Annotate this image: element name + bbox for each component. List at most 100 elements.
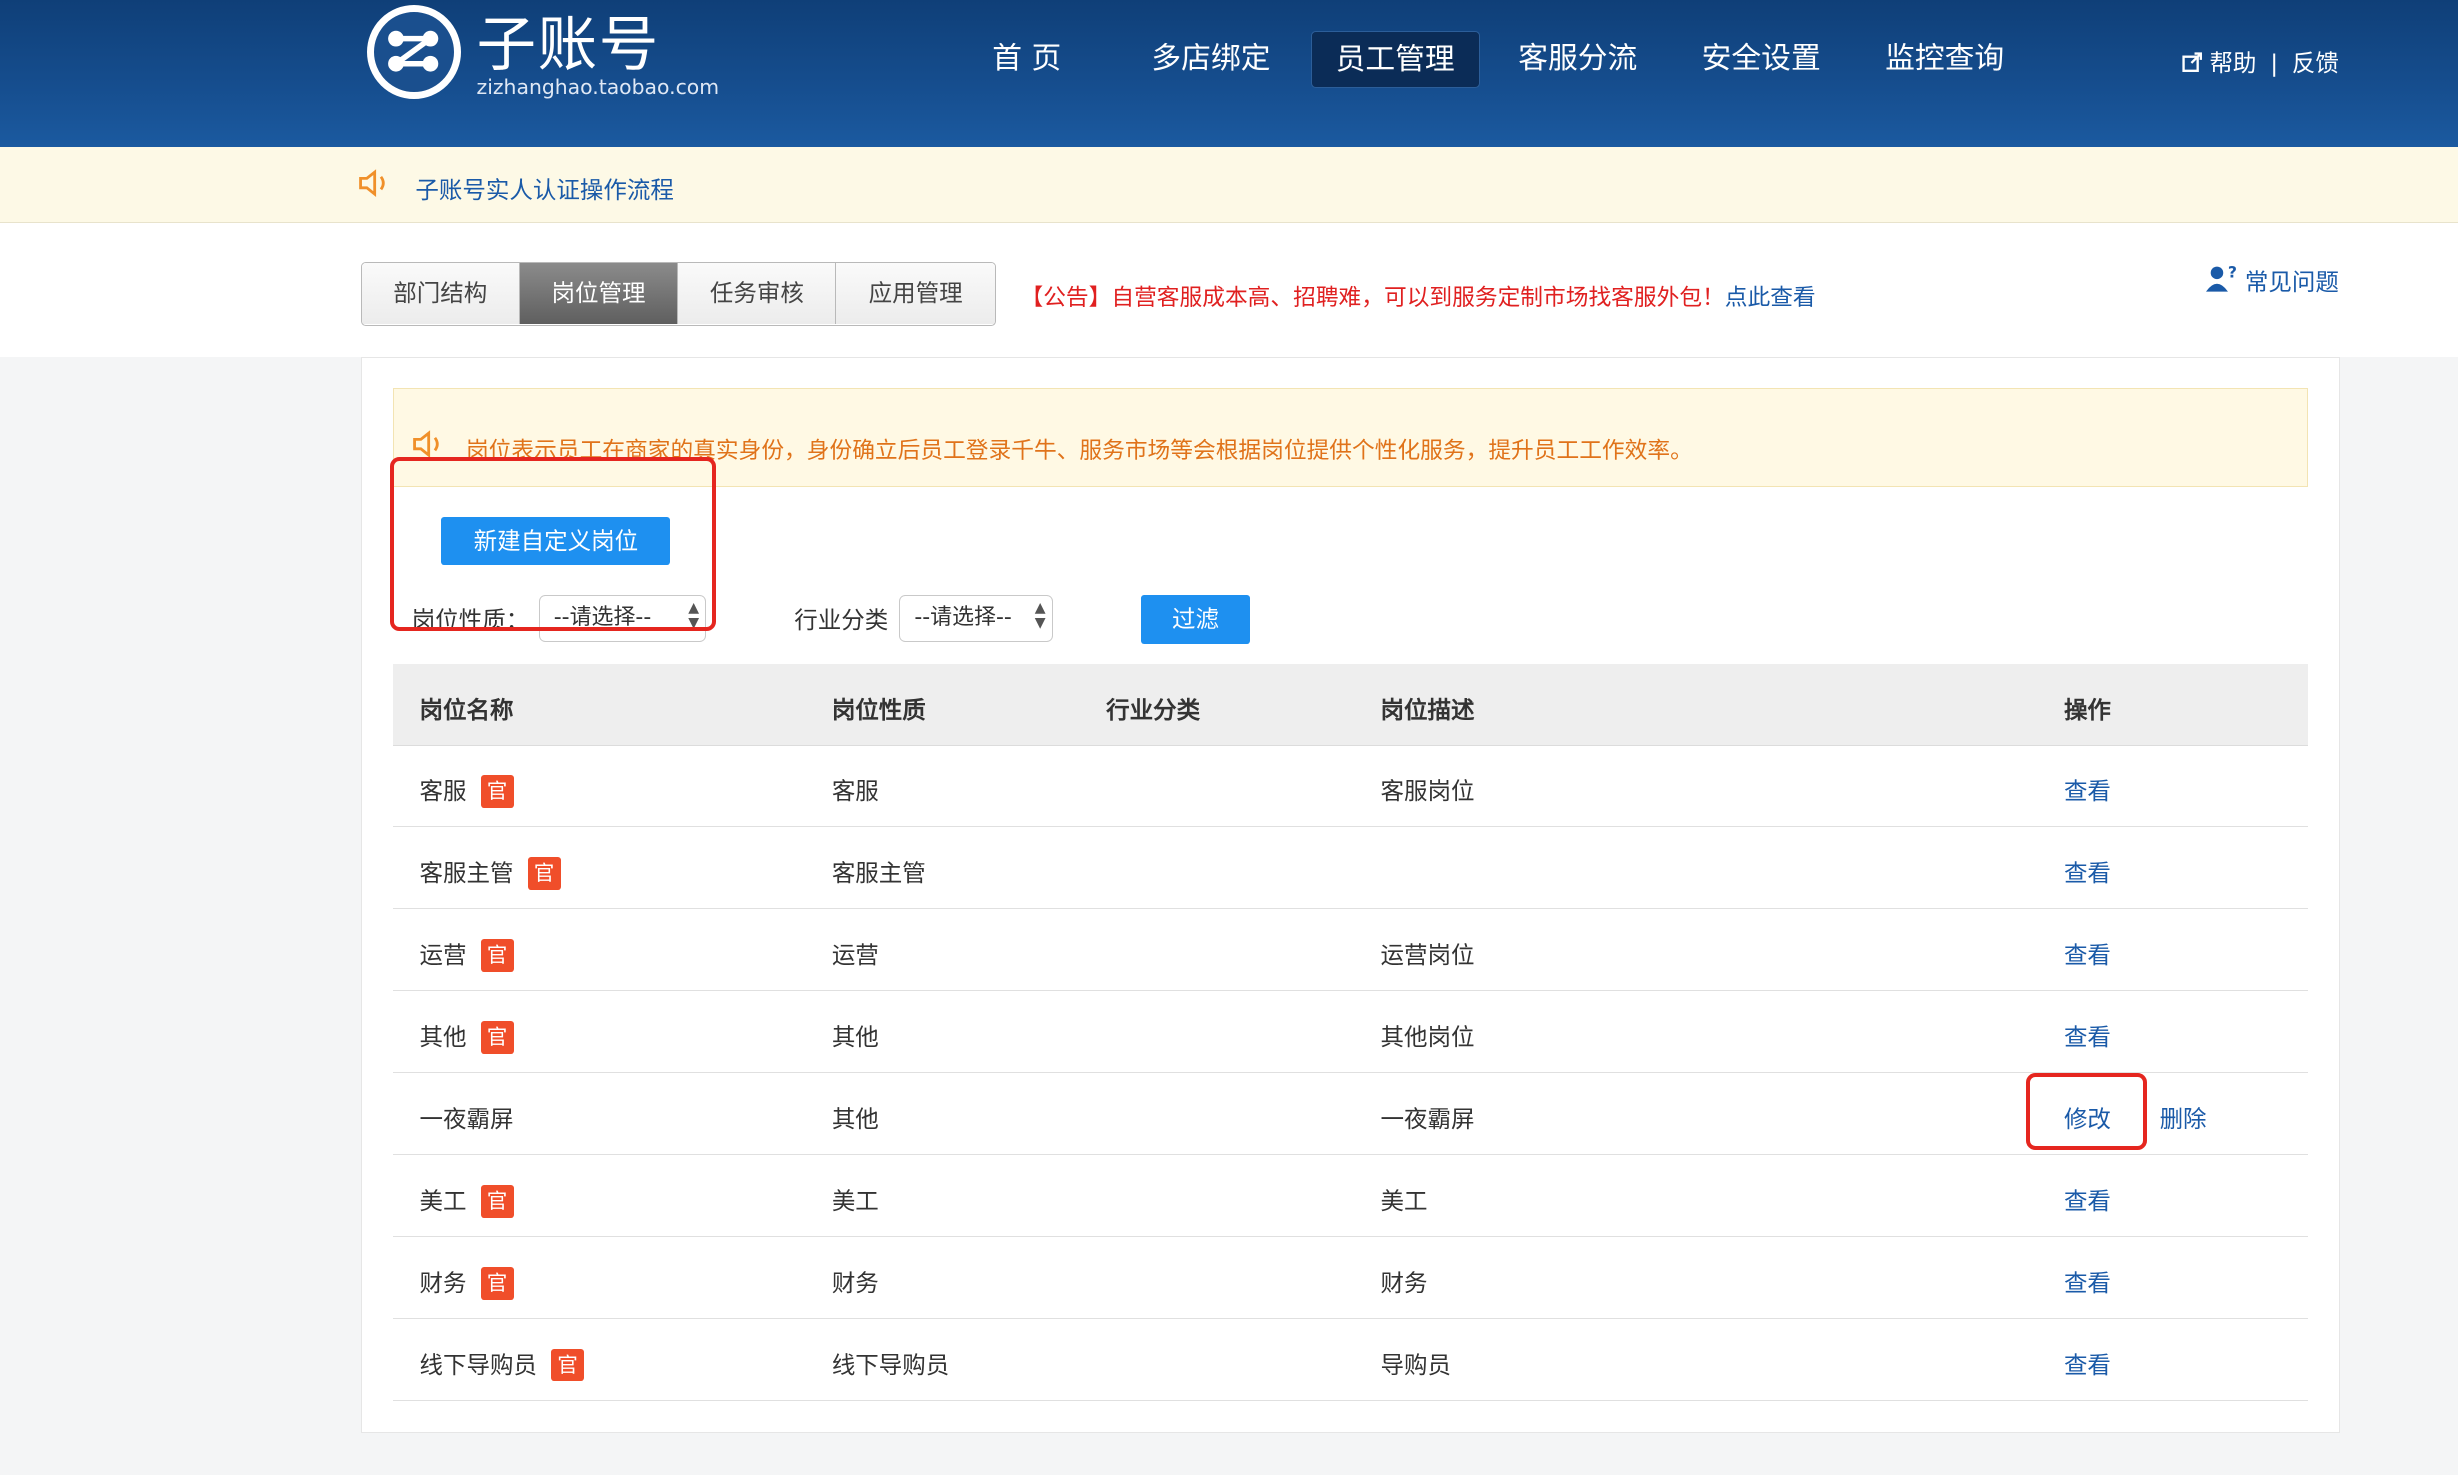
position-nature: 客服主管 <box>831 859 926 888</box>
position-description: 导购员 <box>1380 1351 1451 1380</box>
table-row: 其他官其他 其他岗位 查看 <box>392 991 2309 1074</box>
delete-link[interactable]: 删除 <box>2160 1100 2207 1134</box>
notice-bar: 子账号实人认证操作流程 <box>0 147 2458 223</box>
position-name-cell: 其他官 <box>419 1018 514 1054</box>
tabs-band: 部门结构 岗位管理 任务审核 应用管理 【公告】自营客服成本高、招聘难，可以到服… <box>0 222 2458 358</box>
user-question-icon: ? <box>2206 263 2237 292</box>
nav-customer-service-routing[interactable]: 客服分流 <box>1503 31 1652 87</box>
help-link[interactable]: 帮助 <box>2209 49 2256 77</box>
feedback-link[interactable]: 反馈 <box>2292 49 2339 77</box>
tip-box: 岗位表示员工在商家的真实身份，身份确立后员工登录千牛、服务市场等会根据岗位提供个… <box>392 388 2309 487</box>
view-link[interactable]: 查看 <box>2064 1182 2111 1216</box>
position-name-cell: 财务官 <box>419 1264 514 1300</box>
position-nature: 运营 <box>831 941 879 970</box>
position-name-cell: 客服官 <box>419 772 514 808</box>
table-row: 运营官运营 运营岗位 查看 <box>392 909 2309 992</box>
official-badge: 官 <box>527 856 561 890</box>
position-nature-label: 岗位性质： <box>411 606 530 635</box>
official-badge: 官 <box>480 774 514 808</box>
position-nature: 客服 <box>831 777 879 806</box>
position-name: 一夜霸屏 <box>419 1105 514 1134</box>
separator: | <box>2270 48 2279 77</box>
official-badge: 官 <box>480 938 514 972</box>
position-panel: 岗位表示员工在商家的真实身份，身份确立后员工登录千牛、服务市场等会根据岗位提供个… <box>360 357 2341 1433</box>
speaker-icon <box>412 430 439 458</box>
view-link[interactable]: 查看 <box>2064 854 2111 888</box>
col-position-nature: 岗位性质 <box>831 695 926 724</box>
external-link-icon <box>2181 52 2202 73</box>
position-description: 运营岗位 <box>1380 941 1475 970</box>
position-name: 其他 <box>419 1023 467 1052</box>
col-description: 岗位描述 <box>1380 695 1475 724</box>
realname-verification-link[interactable]: 子账号实人认证操作流程 <box>415 171 674 205</box>
position-nature: 线下导购员 <box>831 1351 950 1380</box>
position-description: 财务 <box>1380 1269 1428 1298</box>
position-name-cell: 客服主管官 <box>419 854 561 890</box>
nav-home[interactable]: 首 页 <box>956 31 1097 87</box>
table-row: 财务官财务 财务 查看 <box>392 1237 2309 1320</box>
industry-label: 行业分类 <box>794 606 889 635</box>
table-row: 线下导购员官线下导购员 导购员 查看 <box>392 1319 2309 1401</box>
view-link[interactable]: 查看 <box>2064 936 2111 970</box>
position-nature-select[interactable]: --请选择-- ▲ ▼ <box>538 595 707 643</box>
industry-select[interactable]: --请选择-- ▲ ▼ <box>899 595 1053 643</box>
table-header: 岗位名称 岗位性质 行业分类 岗位描述 操作 <box>392 664 2309 746</box>
official-badge: 官 <box>551 1348 585 1382</box>
col-industry: 行业分类 <box>1106 695 1201 724</box>
position-name: 运营 <box>419 941 467 970</box>
position-nature: 美工 <box>831 1187 879 1216</box>
nav-monitoring[interactable]: 监控查询 <box>1870 31 2019 87</box>
position-name: 财务 <box>419 1269 467 1298</box>
tab-task-review[interactable]: 任务审核 <box>678 262 837 324</box>
updown-arrow-icon: ▲ ▼ <box>1034 599 1046 632</box>
view-link[interactable]: 查看 <box>2064 1264 2111 1298</box>
logo-title: 子账号 <box>476 10 660 80</box>
position-name-cell: 运营官 <box>419 936 514 972</box>
filter-button[interactable]: 过滤 <box>1140 595 1251 644</box>
table-row: 一夜霸屏 其他 一夜霸屏 修改 删除 <box>392 1073 2309 1156</box>
position-nature: 其他 <box>831 1023 879 1052</box>
position-name-cell: 一夜霸屏 <box>420 1100 514 1134</box>
new-custom-position-button[interactable]: 新建自定义岗位 <box>441 516 671 566</box>
edit-link[interactable]: 修改 <box>2064 1100 2111 1134</box>
tab-app-management[interactable]: 应用管理 <box>836 262 995 324</box>
position-description: 其他岗位 <box>1380 1023 1475 1052</box>
nav-multi-store[interactable]: 多店绑定 <box>1137 31 1286 87</box>
position-description: 美工 <box>1380 1187 1428 1216</box>
faq-link[interactable]: ? 常见问题 <box>2206 263 2339 297</box>
position-name: 客服 <box>419 777 467 806</box>
nav-staff-management[interactable]: 员工管理 <box>1310 31 1480 88</box>
view-link[interactable]: 查看 <box>2064 1346 2111 1380</box>
share-network-icon <box>366 4 461 99</box>
table-row: 客服主管官客服主管 查看 <box>392 827 2309 910</box>
industry-value: --请选择-- <box>914 605 1012 631</box>
official-badge: 官 <box>480 1020 514 1054</box>
position-name: 客服主管 <box>419 859 514 888</box>
sub-tabs: 部门结构 岗位管理 任务审核 应用管理 <box>360 261 996 327</box>
announcement: 【公告】自营客服成本高、招聘难，可以到服务定制市场找客服外包！点此查看 <box>1021 279 1816 312</box>
top-header: 子账号 zizhanghao.taobao.com 首 页 多店绑定 员工管理 … <box>0 0 2458 148</box>
announcement-link[interactable]: 点此查看 <box>1725 285 1816 311</box>
svg-text:?: ? <box>2228 265 2237 282</box>
announcement-text: 【公告】自营客服成本高、招聘难，可以到服务定制市场找客服外包！ <box>1020 285 1725 312</box>
table-row: 美工官美工 美工 查看 <box>392 1155 2309 1238</box>
position-description: 客服岗位 <box>1380 777 1475 806</box>
faq-label: 常见问题 <box>2244 268 2339 297</box>
speaker-icon <box>359 169 385 198</box>
view-link[interactable]: 查看 <box>2064 772 2111 806</box>
position-nature-value: --请选择-- <box>553 605 652 631</box>
nav-security-settings[interactable]: 安全设置 <box>1687 31 1836 87</box>
tip-text: 岗位表示员工在商家的真实身份，身份确立后员工登录千牛、服务市场等会根据岗位提供个… <box>466 437 1693 464</box>
position-nature: 其他 <box>831 1105 879 1134</box>
tab-department-structure[interactable]: 部门结构 <box>361 262 520 324</box>
position-name-cell: 美工官 <box>419 1182 514 1218</box>
help-links: 帮助 | 反馈 <box>2181 44 2339 78</box>
view-link[interactable]: 查看 <box>2064 1018 2111 1052</box>
col-actions: 操作 <box>2063 695 2111 724</box>
updown-arrow-icon: ▲ ▼ <box>688 599 700 632</box>
logo-subtitle: zizhanghao.taobao.com <box>476 75 720 100</box>
position-name: 线下导购员 <box>419 1351 538 1380</box>
tab-position-management[interactable]: 岗位管理 <box>519 262 679 324</box>
position-name: 美工 <box>419 1187 467 1216</box>
official-badge: 官 <box>480 1266 514 1300</box>
